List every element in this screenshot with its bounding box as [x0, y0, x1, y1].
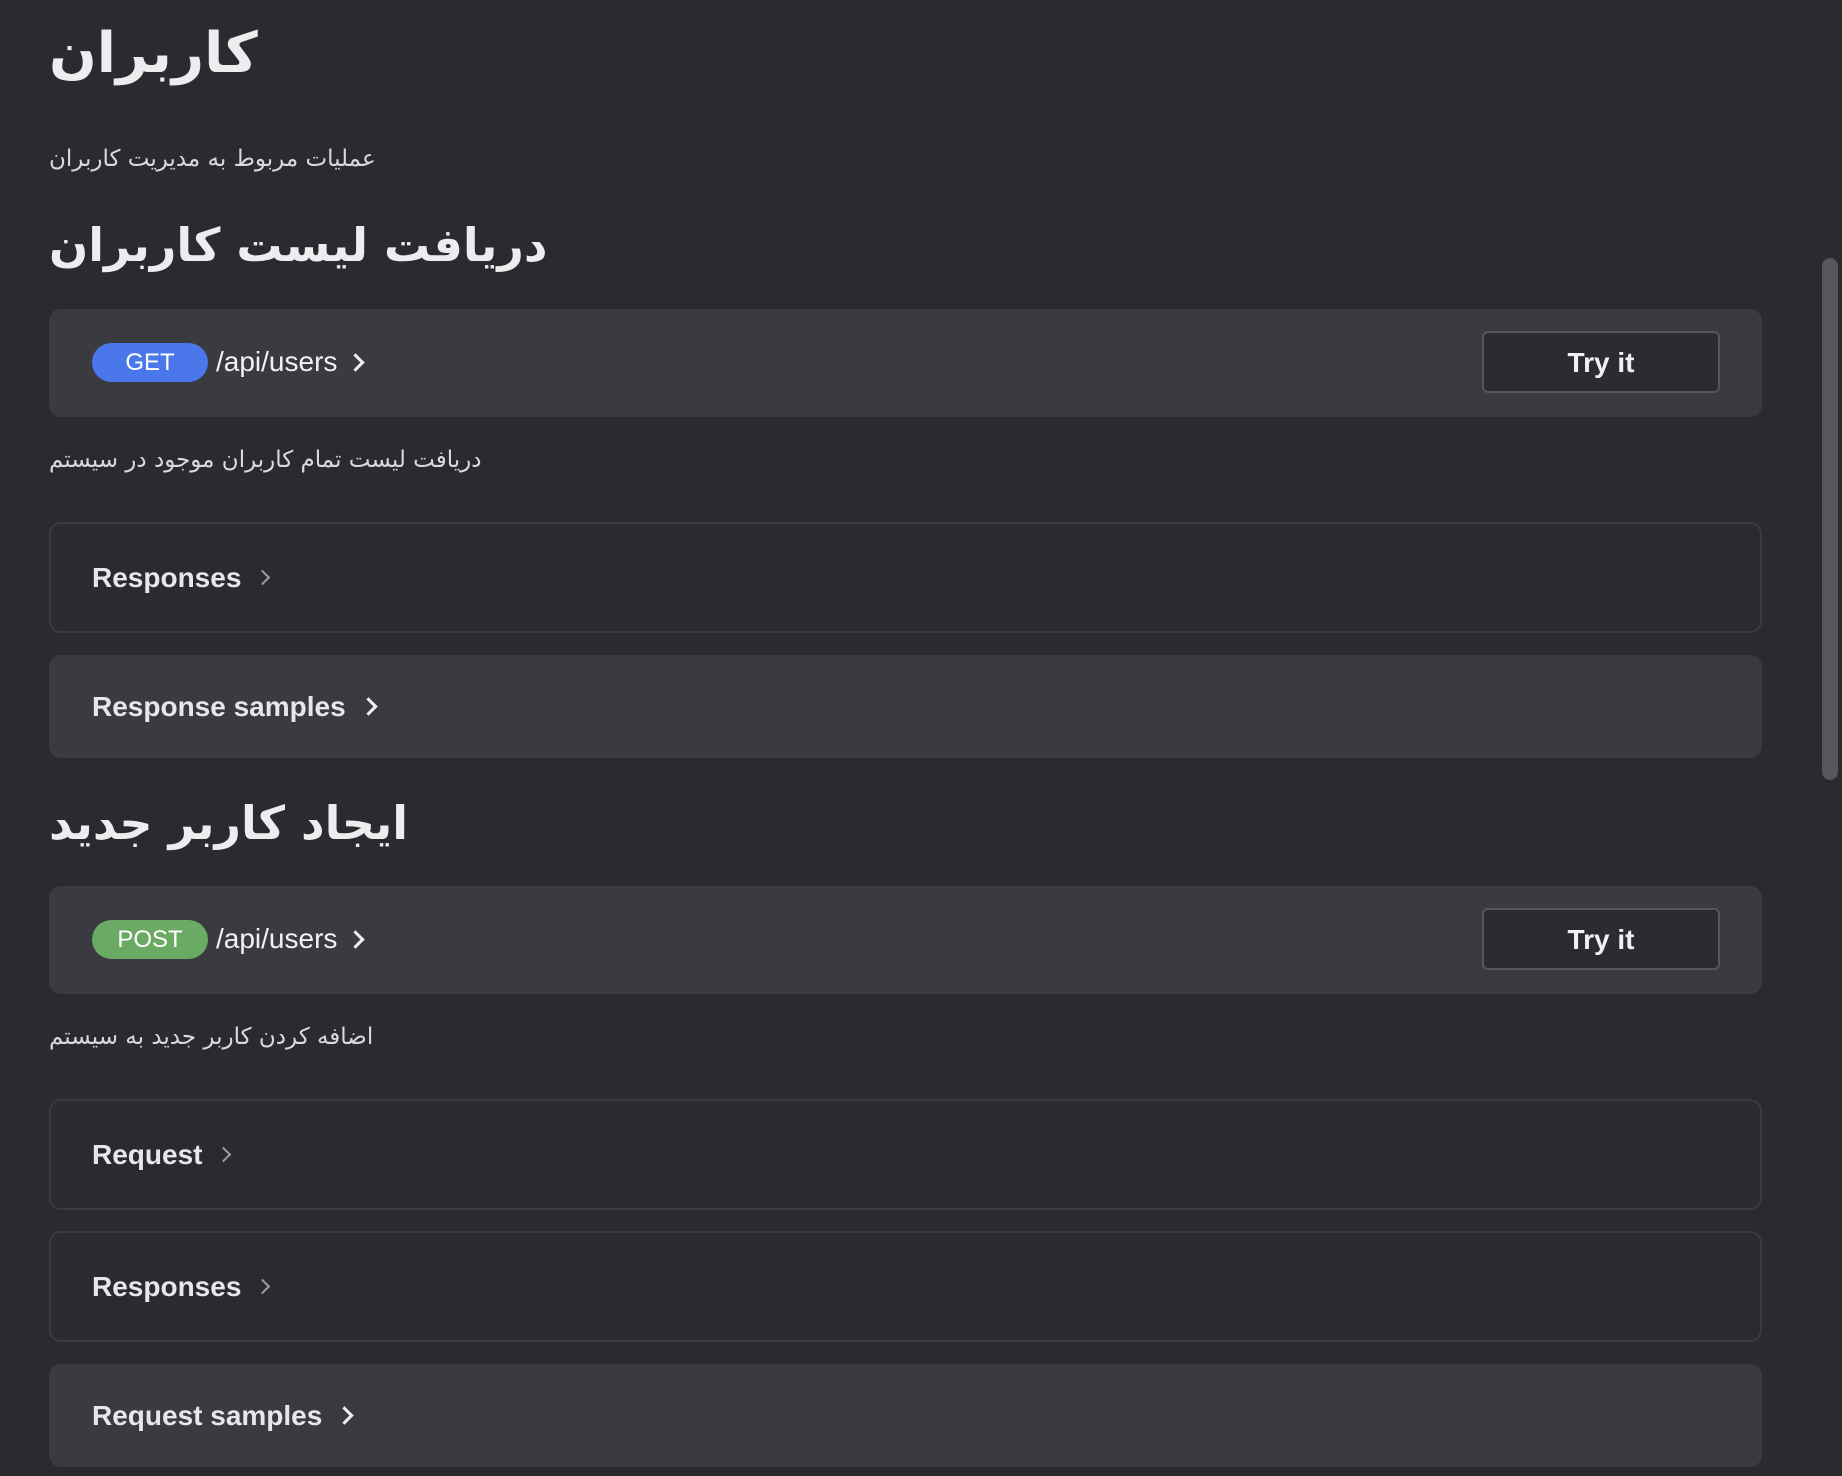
section-label: Request — [92, 1138, 203, 1170]
section-label-wrap: Request samples — [92, 1366, 355, 1465]
api-docs-page: کاربران عملیات مربوط به مدیریت کاربران د… — [0, 0, 1842, 1476]
tag-title: کاربران — [49, 21, 258, 86]
request-samples-section[interactable]: Request samples — [49, 1364, 1762, 1467]
section-label-wrap: Request — [92, 1101, 232, 1208]
chevron-right-icon — [255, 569, 271, 586]
operation-title-list-users: دریافت لیست کاربران — [49, 218, 548, 272]
section-label: Request samples — [92, 1399, 323, 1431]
section-label-wrap: Responses — [92, 1233, 271, 1340]
endpoint-path: /api/users — [216, 923, 338, 954]
chevron-right-icon — [346, 352, 366, 372]
chevron-right-icon — [335, 1406, 355, 1425]
section-label: Response samples — [92, 690, 346, 722]
endpoint-bar-get-users: GET /api/users Try it — [49, 309, 1762, 417]
vertical-scrollbar[interactable] — [1822, 258, 1838, 780]
section-label-wrap: Responses — [92, 524, 271, 631]
endpoint-path-toggle[interactable]: /api/users — [216, 916, 366, 962]
section-label: Responses — [92, 1270, 242, 1302]
try-it-button[interactable]: Try it — [1482, 331, 1720, 393]
endpoint-path: /api/users — [216, 346, 338, 377]
tag-description: عملیات مربوط به مدیریت کاربران — [49, 146, 376, 172]
section-label: Responses — [92, 561, 242, 593]
operation-title-create-user: ایجاد کاربر جدید — [49, 796, 409, 850]
chevron-right-icon — [346, 929, 366, 949]
operation-description: دریافت لیست تمام کاربران موجود در سیستم — [49, 447, 482, 473]
method-badge-post: POST — [92, 920, 208, 959]
endpoint-path-toggle[interactable]: /api/users — [216, 339, 366, 385]
responses-section[interactable]: Responses — [49, 522, 1762, 633]
responses-section[interactable]: Responses — [49, 1231, 1762, 1342]
operation-description: اضافه کردن کاربر جدید به سیستم — [49, 1024, 374, 1050]
chevron-right-icon — [255, 1278, 271, 1295]
request-section[interactable]: Request — [49, 1099, 1762, 1210]
chevron-right-icon — [216, 1146, 232, 1163]
try-it-button[interactable]: Try it — [1482, 908, 1720, 970]
section-label-wrap: Response samples — [92, 657, 378, 756]
response-samples-section[interactable]: Response samples — [49, 655, 1762, 758]
endpoint-bar-post-users: POST /api/users Try it — [49, 886, 1762, 994]
chevron-right-icon — [358, 697, 378, 716]
method-badge-get: GET — [92, 343, 208, 382]
